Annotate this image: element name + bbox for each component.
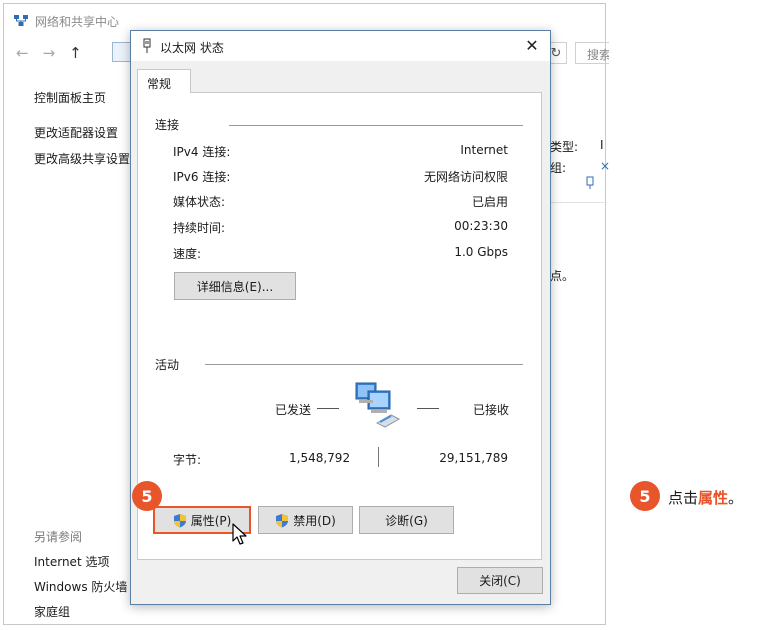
- ipv6-label: IPv6 连接:: [173, 170, 231, 184]
- nav-buttons: ← → ↑: [16, 44, 82, 62]
- duration-label: 持续时间:: [173, 221, 226, 235]
- homegroup-value: ×: [600, 159, 611, 173]
- divider: [550, 202, 607, 203]
- sent-label: 已发送: [275, 403, 312, 417]
- access-type-label: 类型:: [550, 140, 579, 154]
- up-arrow-icon[interactable]: ↑: [69, 44, 82, 62]
- see-also-heading: 另请参阅: [34, 530, 83, 544]
- ethernet-icon: [143, 38, 151, 53]
- tab-general[interactable]: 常规: [137, 69, 191, 93]
- bytes-label: 字节:: [173, 453, 202, 467]
- ethernet-icon: [586, 176, 594, 189]
- received-label: 已接收: [473, 403, 510, 417]
- duration-value: 00:23:30: [454, 219, 508, 233]
- ethernet-status-dialog: 以太网 状态 ✕ 常规 连接 IPv4 连接: Internet IPv6 连接…: [130, 30, 551, 605]
- link-windows-firewall[interactable]: Windows 防火墙: [34, 578, 127, 595]
- general-panel: 连接 IPv4 连接: Internet IPv6 连接: 无网络访问权限 媒体…: [137, 92, 542, 560]
- uac-shield-icon: [173, 513, 186, 527]
- bytes-separator: [378, 447, 379, 467]
- close-icon[interactable]: ✕: [524, 36, 540, 55]
- received-dash: [417, 408, 439, 409]
- bytes-sent-value: 1,548,792: [289, 451, 351, 465]
- ipv4-value: Internet: [460, 143, 508, 157]
- address-bar[interactable]: [112, 42, 132, 62]
- close-button[interactable]: 关闭(C): [457, 567, 543, 594]
- disable-button[interactable]: 禁用(D): [258, 506, 353, 534]
- link-change-advanced-sharing[interactable]: 更改高级共享设置: [34, 150, 130, 167]
- forward-arrow-icon[interactable]: →: [43, 44, 56, 62]
- back-arrow-icon[interactable]: ←: [16, 44, 29, 62]
- link-homegroup[interactable]: 家庭组: [34, 603, 70, 620]
- details-button[interactable]: 详细信息(E)...: [174, 272, 296, 300]
- activity-section-title: 活动: [155, 358, 180, 372]
- ipv4-label: IPv4 连接:: [173, 145, 231, 159]
- instruction-suffix: 。: [728, 489, 744, 507]
- section-divider: [229, 125, 523, 126]
- connection-section-title: 连接: [155, 118, 180, 132]
- homegroup-label: 组:: [550, 161, 567, 175]
- step-badge-callout: 5: [630, 481, 660, 511]
- mouse-cursor-icon: [232, 523, 247, 545]
- diagnose-button[interactable]: 诊断(G): [359, 506, 454, 534]
- bytes-received-value: 29,151,789: [439, 451, 508, 465]
- speed-value: 1.0 Gbps: [454, 245, 508, 259]
- instruction-highlight: 属性: [698, 489, 729, 507]
- section-divider: [205, 364, 523, 365]
- media-state-value: 已启用: [471, 195, 508, 209]
- instruction-text: 点击属性。: [668, 487, 743, 508]
- setup-text-fragment: 点。: [550, 269, 575, 283]
- window-titlebar: 网络和共享中心: [13, 12, 119, 30]
- properties-button-label: 属性(P): [190, 513, 232, 528]
- sent-dash: [317, 408, 339, 409]
- link-change-adapter-settings[interactable]: 更改适配器设置: [34, 124, 118, 141]
- link-control-panel-home[interactable]: 控制面板主页: [34, 89, 106, 106]
- network-icon: [14, 15, 28, 26]
- access-type-value: I: [600, 138, 604, 152]
- speed-label: 速度:: [173, 247, 202, 261]
- network-computers-icon: [355, 382, 401, 428]
- instruction-prefix: 点击: [668, 489, 699, 507]
- step-badge: 5: [132, 481, 162, 511]
- search-input[interactable]: 搜索: [575, 42, 609, 64]
- media-state-label: 媒体状态:: [173, 195, 226, 209]
- window-title: 网络和共享中心: [35, 14, 120, 29]
- disable-button-label: 禁用(D): [293, 513, 336, 528]
- dialog-titlebar: 以太网 状态 ✕: [131, 31, 550, 61]
- uac-shield-icon: [276, 513, 289, 527]
- link-internet-options[interactable]: Internet 选项: [34, 553, 109, 570]
- ipv6-value: 无网络访问权限: [423, 170, 508, 184]
- dialog-title: 以太网 状态: [160, 41, 224, 55]
